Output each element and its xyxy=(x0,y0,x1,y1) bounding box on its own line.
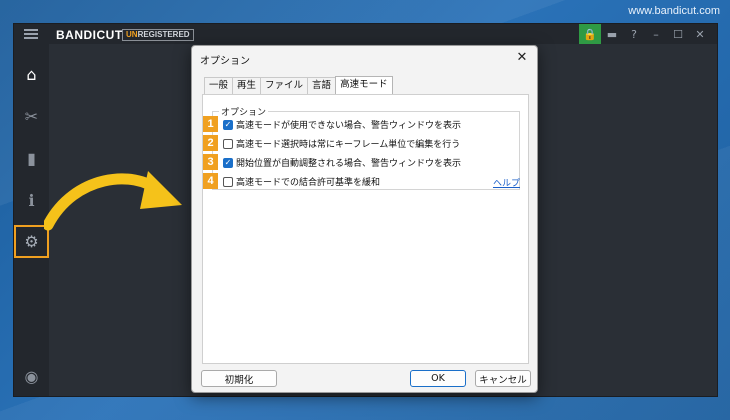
option-label: 開始位置が自動調整される場合、警告ウィンドウを表示 xyxy=(236,159,462,169)
option-keyframe-edit[interactable]: 高速モード選択時は常にキーフレーム単位で編集を行う xyxy=(223,137,460,150)
step-badge-2: 2 xyxy=(203,135,218,151)
step-badge-3: 3 xyxy=(203,154,218,170)
cut-icon[interactable]: ✂ xyxy=(14,100,49,132)
title-bar: BANDICUT UNREGISTERED 🔒 ▬ ? – ☐ ✕ xyxy=(14,24,717,44)
checkbox-unchecked-icon[interactable] xyxy=(223,138,233,149)
tab-general[interactable]: 一般 xyxy=(204,77,234,94)
home-icon[interactable]: ⌂ xyxy=(14,58,49,90)
option-warn-start-adjust[interactable]: ✓ 開始位置が自動調整される場合、警告ウィンドウを表示 xyxy=(223,156,461,169)
tab-bar: 一般 再生 ファイル 言語 高速モード xyxy=(204,76,393,94)
badge-un: UN xyxy=(126,30,138,39)
tab-file[interactable]: ファイル xyxy=(260,77,309,94)
help-icon[interactable]: ? xyxy=(623,24,645,44)
hamburger-menu-icon[interactable] xyxy=(24,29,38,39)
option-label: 高速モード選択時は常にキーフレーム単位で編集を行う xyxy=(236,140,461,150)
ok-button[interactable]: OK xyxy=(410,370,466,387)
close-icon[interactable]: ✕ xyxy=(689,24,711,44)
reset-button[interactable]: 初期化 xyxy=(201,370,277,387)
checkbox-checked-icon[interactable]: ✓ xyxy=(223,119,233,130)
window-controls: 🔒 ▬ ? – ☐ ✕ xyxy=(579,24,711,44)
checkbox-checked-icon[interactable]: ✓ xyxy=(223,157,233,168)
option-label: 高速モードでの結合許可基準を緩和 xyxy=(236,178,381,188)
registration-badge: UNREGISTERED xyxy=(122,29,194,41)
tab-language[interactable]: 言語 xyxy=(307,77,337,94)
minimize-icon[interactable]: – xyxy=(645,24,667,44)
cancel-button[interactable]: キャンセル xyxy=(475,370,531,387)
pointer-arrow xyxy=(44,171,182,231)
options-dialog: オプション ✕ 一般 再生 ファイル 言語 高速モード オプション 1 ✓ 高速… xyxy=(191,45,538,393)
watermark: www.bandicut.com xyxy=(628,5,720,17)
option-relax-merge[interactable]: 高速モードでの結合許可基準を緩和 xyxy=(223,175,380,188)
checkbox-unchecked-icon[interactable] xyxy=(223,176,233,187)
dialog-close-icon[interactable]: ✕ xyxy=(513,48,531,66)
step-badge-4: 4 xyxy=(203,173,218,189)
option-label: 高速モードが使用できない場合、警告ウィンドウを表示 xyxy=(236,121,462,131)
help-link[interactable]: ヘルプ xyxy=(493,176,520,189)
maximize-icon[interactable]: ☐ xyxy=(667,24,689,44)
tab-panel: オプション 1 ✓ 高速モードが使用できない場合、警告ウィンドウを表示 2 高速… xyxy=(202,94,529,364)
folder-icon[interactable]: ▬ xyxy=(601,24,623,44)
tab-high-speed-mode[interactable]: 高速モード xyxy=(335,76,393,94)
dialog-title: オプション xyxy=(200,56,250,67)
option-warn-unavailable[interactable]: ✓ 高速モードが使用できない場合、警告ウィンドウを表示 xyxy=(223,118,461,131)
group-label: オプション xyxy=(219,105,269,118)
step-badge-1: 1 xyxy=(203,116,218,132)
badge-registered: REGISTERED xyxy=(137,30,190,39)
tab-playback[interactable]: 再生 xyxy=(232,77,262,94)
record-icon[interactable]: ◉ xyxy=(14,360,49,392)
lock-icon[interactable]: 🔒 xyxy=(579,24,601,44)
app-logo: BANDICUT xyxy=(56,28,123,42)
